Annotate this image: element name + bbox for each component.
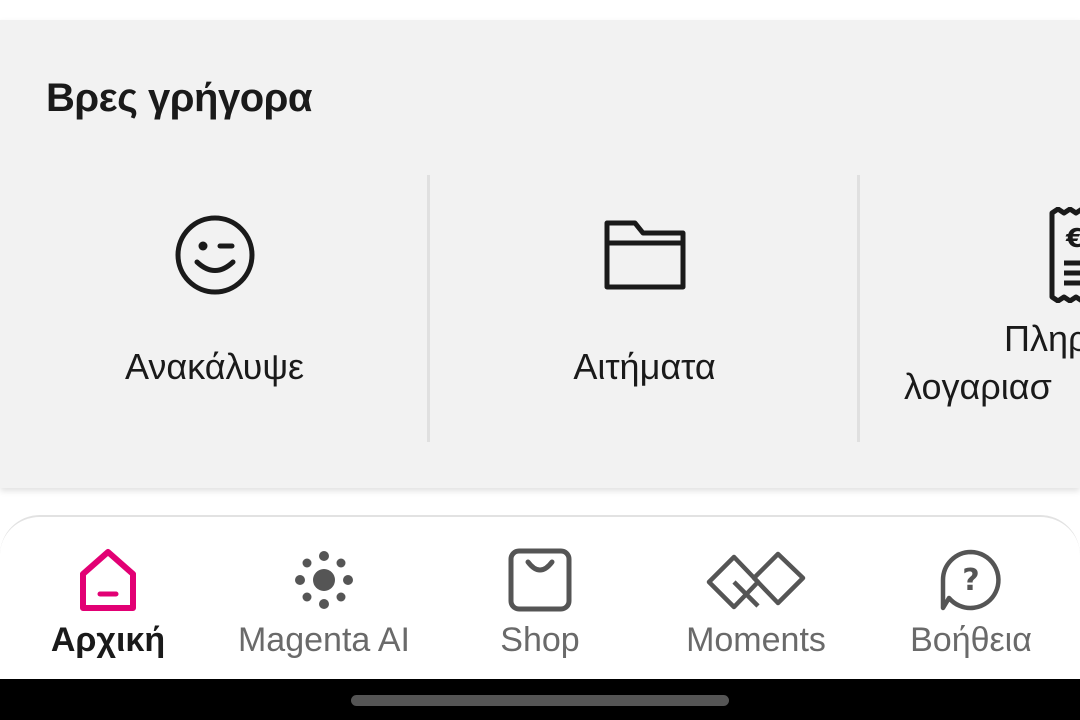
tile-label-line2: λογαριασ: [904, 366, 1052, 407]
euro-receipt-icon: €: [860, 205, 1080, 305]
nav-shop[interactable]: Shop: [490, 517, 590, 682]
nav-label: Shop: [500, 621, 580, 659]
quick-tile-discover[interactable]: Ανακάλυψε: [0, 175, 429, 443]
top-strip: [0, 0, 1080, 20]
tile-label-line1: Πληρ: [1004, 318, 1080, 359]
magenta-ai-icon: [230, 545, 418, 615]
nav-label: Magenta AI: [237, 621, 410, 659]
help-icon: ?: [906, 545, 1036, 615]
home-indicator[interactable]: [351, 695, 729, 706]
folder-icon: [430, 205, 859, 305]
nav-label: Βοήθεια: [910, 621, 1032, 659]
nav-label: Αρχική: [50, 621, 166, 659]
tile-label: Αιτήματα: [573, 346, 716, 387]
tile-label: Ανακάλυψε: [124, 346, 305, 387]
nav-help[interactable]: ? Βοήθεια: [906, 517, 1036, 682]
moments-icon: [680, 545, 832, 615]
system-navigation-bar: [0, 679, 1080, 720]
wink-smiley-icon: [0, 205, 429, 305]
nav-magenta-ai[interactable]: Magenta AI: [230, 517, 418, 682]
tile-label: Πληρ λογαριασ: [904, 315, 1080, 411]
nav-moments[interactable]: Moments: [680, 517, 832, 682]
quick-find-section: Βρες γρήγορα Ανακάλυψε Αιτήματα € Πληρ λ…: [0, 20, 1080, 488]
quick-tile-bill-payment[interactable]: € Πληρ λογαριασ: [860, 175, 1080, 443]
nav-label: Moments: [686, 621, 826, 659]
quick-tile-requests[interactable]: Αιτήματα: [430, 175, 859, 443]
shopping-bag-icon: [490, 545, 590, 615]
svg-text:€: €: [1065, 224, 1080, 254]
home-icon: [36, 545, 180, 615]
section-title: Βρες γρήγορα: [46, 76, 312, 120]
svg-text:?: ?: [962, 563, 979, 598]
nav-home[interactable]: Αρχική: [36, 517, 180, 682]
